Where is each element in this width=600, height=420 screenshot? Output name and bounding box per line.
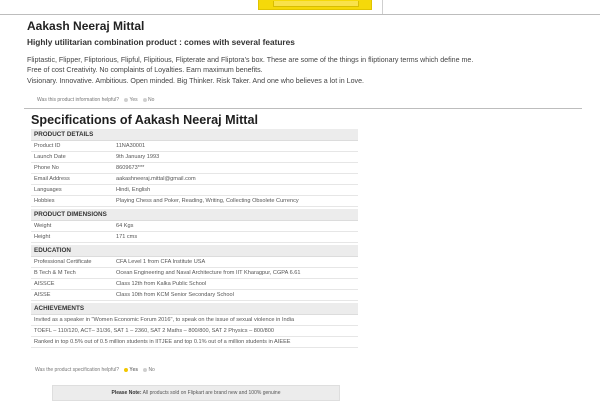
helpful-no[interactable]: No [143, 97, 154, 103]
spec-value: aakashneeraj.mittal@gmail.com [116, 176, 196, 182]
spec-section-heading: PRODUCT DIMENSIONS [31, 209, 358, 221]
spec-row: Invited as a speaker in "Women Economic … [31, 315, 358, 326]
spec-section-heading: EDUCATION [31, 245, 358, 257]
description-line: Fliptastic, Flipper, Fliptorious, Flipfu… [27, 56, 474, 64]
description-line: Free of cost Creativity. No complaints o… [27, 65, 263, 74]
spec-row: Languages Hindi, English [31, 185, 358, 196]
note-text: All products sold on Flipkart are brand … [142, 390, 281, 396]
note-label: Please Note: [111, 390, 142, 396]
spec-value: Class 10th from KCM Senior Secondary Sch… [116, 292, 234, 298]
spec-value: Playing Chess and Poker, Reading, Writin… [116, 198, 299, 204]
helpful-question: Was the product specification helpful? [35, 367, 120, 373]
spec-value: Invited as a speaker in "Women Economic … [34, 317, 295, 323]
spec-row: B Tech & M Tech Ocean Engineering and Nav… [31, 268, 358, 279]
spec-value: 8609673*** [116, 165, 145, 171]
spec-row: Product ID 11NA30001 [31, 141, 358, 152]
spec-row: Launch Date 9th January 1993 [31, 152, 358, 163]
spec-label: Product ID [34, 143, 61, 149]
specifications-title: Specifications of Aakash Neeraj Mittal [31, 113, 258, 127]
spec-label: Phone No [34, 165, 59, 171]
divider [382, 0, 383, 14]
spec-helpful-prompt: Was the product specification helpful? Y… [35, 367, 155, 373]
spec-value: Ranked in top 0.5% out of 0.5 million st… [34, 339, 291, 345]
spec-label: Email Address [34, 176, 70, 182]
divider [24, 108, 582, 109]
helpful-yes[interactable]: Yes [124, 367, 138, 373]
radio-icon [124, 367, 129, 372]
spec-label: Launch Date [34, 154, 66, 160]
info-helpful-prompt: Was this product information helpful? Ye… [37, 97, 154, 103]
top-strip [0, 0, 600, 14]
helpful-yes[interactable]: Yes [124, 97, 138, 103]
spec-label: Weight [34, 223, 52, 229]
spec-value: 11NA30001 [116, 143, 146, 149]
spec-label: B Tech & M Tech [34, 270, 76, 276]
spec-section-heading: PRODUCT DETAILS [31, 129, 358, 141]
spec-label: Height [34, 234, 51, 240]
spec-row: AISSCE Class 12th from Kalka Public Schoo… [31, 279, 358, 290]
spec-row: Hobbies Playing Chess and Poker, Reading,… [31, 196, 358, 207]
spec-value: Class 12th from Kalka Public School [116, 281, 207, 287]
helpful-question: Was this product information helpful? [37, 97, 120, 103]
spec-label: AISSCE [34, 281, 55, 287]
spec-value: Ocean Engineering and Naval Architecture… [116, 270, 301, 276]
spec-row: Phone No 8609673*** [31, 163, 358, 174]
spec-label: Professional Certificate [34, 259, 92, 265]
spec-label: Hobbies [34, 198, 55, 204]
spec-value: 64 Kgs [116, 223, 134, 229]
spec-row: Ranked in top 0.5% out of 0.5 million st… [31, 337, 358, 348]
spec-value: CFA Level 1 from CFA Institute USA [116, 259, 206, 265]
product-subtitle: Highly utilitarian combination product :… [27, 37, 295, 47]
spec-label: AISSE [34, 292, 51, 298]
note-banner: Please Note: All products sold on Flipka… [52, 385, 340, 401]
spec-row: Weight 64 Kgs [31, 221, 358, 232]
spec-row: Email Address aakashneeraj.mittal@gmail.c… [31, 174, 358, 185]
radio-icon [143, 97, 148, 102]
product-title: Aakash Neeraj Mittal [27, 19, 145, 33]
spec-row: Professional Certificate CFA Level 1 from… [31, 257, 358, 268]
spec-section-heading: ACHIEVEMENTS [31, 303, 358, 315]
product-description: Fliptastic, Flipper, Fliptorious, Flipfu… [27, 56, 587, 87]
specifications-table: PRODUCT DETAILS Product ID 11NA30001 Launch… [31, 129, 358, 348]
helpful-no[interactable]: No [143, 367, 155, 373]
spec-label: Languages [34, 187, 62, 193]
spec-value: TOEFL – 110/120, ACT– 31/36, SAT 1 – 236… [34, 328, 274, 334]
spec-row: TOEFL – 110/120, ACT– 31/36, SAT 1 – 236… [31, 326, 358, 337]
buy-button[interactable] [258, 0, 372, 10]
radio-icon [124, 97, 129, 102]
spec-value: 9th January 1993 [116, 154, 160, 160]
description-line: Visionary. Innovative. Ambitious. Open m… [27, 77, 365, 85]
spec-row: Height 171 cms [31, 232, 358, 243]
spec-value: Hindi, English [116, 187, 151, 193]
divider [0, 14, 600, 15]
radio-icon [143, 367, 148, 372]
spec-row: AISSE Class 10th from KCM Senior Secondar… [31, 290, 358, 301]
spec-value: 171 cms [116, 234, 138, 240]
